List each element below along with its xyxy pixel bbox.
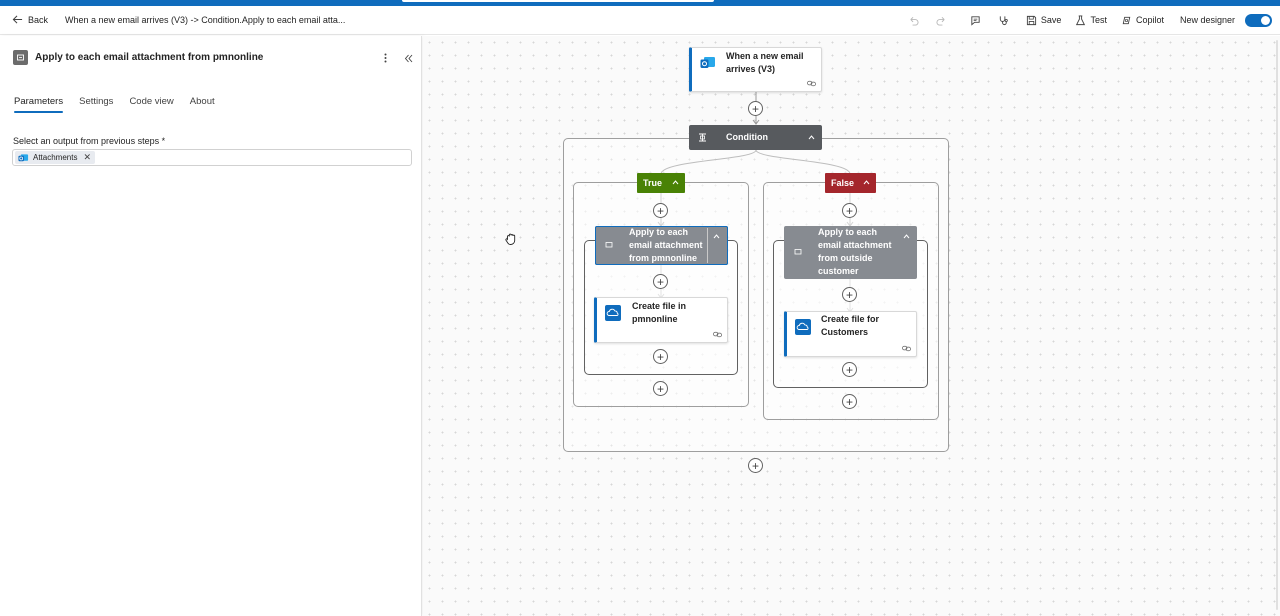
outlook-icon [700,57,715,68]
new-designer-toggle-group: New designer [1179,13,1272,27]
add-step-button[interactable]: + [653,274,668,289]
condition-header[interactable]: Condition [689,125,822,150]
true-action-line2: pmnonline [632,314,678,324]
false-loop-header[interactable]: Apply to each email attachment from outs… [784,226,917,279]
more-vertical-icon [384,53,386,63]
new-designer-label: New designer [1179,15,1235,25]
link-icon [713,331,722,338]
link-icon [807,80,816,87]
add-step-button[interactable]: + [653,349,668,364]
save-button[interactable]: Save [1026,15,1062,26]
false-loop-line4: customer [818,266,859,276]
loop-icon [605,242,613,248]
panel-tabs: Parameters Settings Code view About [14,96,215,113]
comments-button[interactable] [968,12,984,28]
add-step-button[interactable]: + [748,101,763,116]
add-step-button[interactable]: + [842,394,857,409]
true-action-line1: Create file in [632,301,687,311]
false-loop-line2: email attachment [818,240,892,250]
onedrive-icon [605,305,621,321]
save-icon [1026,15,1037,25]
add-step-button[interactable]: + [842,287,857,302]
true-loop-header[interactable]: Apply to each email attachment from pmno… [595,226,728,265]
tab-settings[interactable]: Settings [79,96,113,113]
panel-header: Apply to each email attachment from pmno… [13,50,263,65]
remove-token-icon[interactable]: ✕ [83,152,91,163]
arrow-left-icon [12,15,23,24]
true-loop-line3: from pmnonline [629,253,697,263]
collapse-panel-button[interactable] [402,51,414,65]
true-loop-line2: email attachment [629,240,703,250]
false-branch-header[interactable]: False [825,173,876,193]
flow-checker-button[interactable] [996,12,1012,28]
breadcrumb: When a new email arrives (V3) -> Conditi… [65,15,346,25]
save-label: Save [1040,15,1062,25]
command-bar: Back When a new email arrives (V3) -> Co… [0,6,1280,35]
command-actions: Save Test Copilot New designer [894,11,1272,29]
tab-parameters[interactable]: Parameters [14,96,64,113]
false-loop-line3: from outside [818,253,873,263]
more-options-button[interactable] [380,51,390,65]
trigger-title-line1: When a new email [726,51,804,61]
canvas-scrollbar[interactable] [1275,40,1279,610]
header-divider [707,228,708,263]
panel-title: Apply to each email attachment from pmno… [35,52,264,63]
add-step-button[interactable]: + [748,458,763,473]
create-file-customers-card[interactable]: Create file for Customers [784,311,917,357]
back-label: Back [28,14,49,25]
tab-about[interactable]: About [190,96,215,113]
undo-icon [910,16,919,26]
outlook-icon [18,153,29,161]
true-branch-header[interactable]: True [637,173,685,193]
comment-icon [971,15,981,26]
back-button[interactable]: Back [12,14,48,25]
search-box-edge[interactable] [402,0,714,2]
chevron-up-icon[interactable] [863,179,870,186]
loop-icon [794,249,802,255]
false-action-line2: Customers [821,327,869,337]
redo-icon [936,16,945,26]
false-loop-line1: Apply to each [818,227,878,237]
add-step-button[interactable]: + [842,203,857,218]
add-step-button[interactable]: + [653,381,668,396]
hand-cursor-icon [505,233,516,245]
false-action-line1: Create file for [821,314,880,324]
copilot-icon [1122,16,1131,24]
trigger-card[interactable]: When a new email arrives (V3) [689,47,822,92]
token-label: Attachments [33,153,78,162]
beaker-icon [1076,14,1086,25]
double-chevron-left-icon [404,54,412,62]
chevron-up-icon[interactable] [713,233,720,240]
link-icon [902,345,911,352]
attachments-token[interactable]: Attachments ✕ [15,151,96,164]
trigger-title-line2: arrives (V3) [726,64,776,74]
add-step-button[interactable]: + [653,203,668,218]
create-file-pmnonline-card[interactable]: Create file in pmnonline [594,297,728,343]
condition-icon [699,133,706,142]
chevron-up-icon[interactable] [903,233,910,240]
loop-icon [13,50,28,65]
chevron-up-icon[interactable] [672,179,679,186]
copilot-label: Copilot [1135,15,1164,25]
undo-button[interactable] [906,12,922,28]
condition-label: Condition [726,132,768,142]
copilot-button[interactable]: Copilot [1121,15,1164,26]
tab-code-view[interactable]: Code view [129,96,173,113]
toggle-knob [1261,15,1270,25]
onedrive-icon [795,319,811,335]
action-details-panel: Apply to each email attachment from pmno… [0,36,422,616]
new-designer-toggle[interactable] [1245,13,1272,27]
false-label: False [831,178,855,188]
redo-button[interactable] [934,12,950,28]
output-field-input[interactable]: Attachments ✕ [12,149,412,166]
true-label: True [643,178,663,188]
test-button[interactable]: Test [1075,14,1107,26]
output-field-label: Select an output from previous steps * [13,136,166,146]
designer-canvas[interactable]: When a new email arrives (V3) + Conditio… [423,36,1280,616]
chevron-up-icon[interactable] [808,134,815,141]
test-label: Test [1090,15,1107,25]
true-loop-line1: Apply to each [629,227,689,237]
add-step-button[interactable]: + [842,362,857,377]
stethoscope-icon [1000,15,1009,25]
